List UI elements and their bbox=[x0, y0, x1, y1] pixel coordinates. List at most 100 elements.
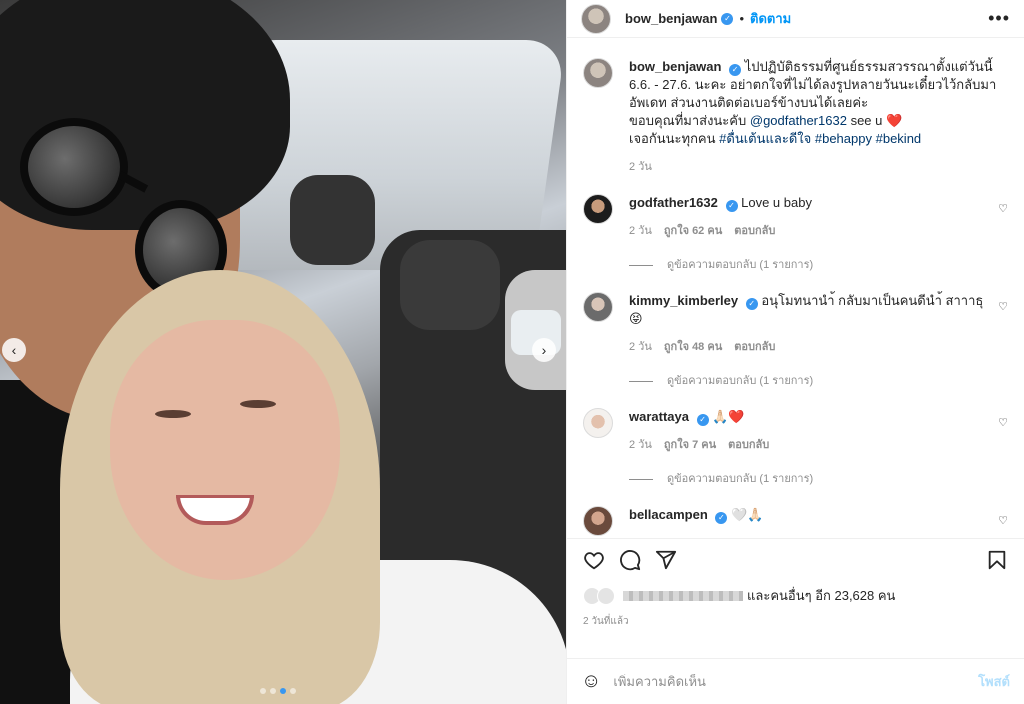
comment-likes[interactable]: ถูกใจ 62 คน bbox=[664, 222, 722, 240]
hashtag-link[interactable]: #bekind bbox=[876, 131, 922, 146]
view-replies-button[interactable]: ดูข้อความตอบกลับ (1 รายการ) bbox=[629, 256, 1008, 274]
view-replies-label: ดูข้อความตอบกลับ (1 รายการ) bbox=[667, 375, 814, 387]
comment-input[interactable] bbox=[613, 674, 979, 689]
comment-body: bellacampen ✓ 🤍🙏🏻 bbox=[629, 506, 1008, 536]
avatar[interactable] bbox=[583, 58, 613, 88]
caption-username[interactable]: bow_benjawan bbox=[629, 59, 721, 74]
liker-avatar bbox=[597, 586, 615, 605]
comment-text: Love u baby bbox=[741, 195, 812, 210]
comment-time: 2 วัน bbox=[629, 225, 652, 237]
avatar[interactable] bbox=[581, 3, 611, 34]
comment-meta: 2 วัน ถูกใจ 62 คน ตอบกลับ bbox=[629, 222, 1008, 240]
comment-text: 🤍🙏🏻 bbox=[731, 507, 764, 522]
mention-link[interactable]: @godfather1632 bbox=[750, 113, 847, 128]
comment-text: อนุโมทนานำ้ กลับมาเป็นคนดีนำ้ สาาาธุ bbox=[761, 293, 984, 308]
add-comment-bar: ☺ โพสต์ bbox=[567, 658, 1024, 704]
likes-summary[interactable]: และคนอื่นๆ อีก 23,628 คน bbox=[583, 585, 1008, 606]
comment-item: bellacampen ✓ 🤍🙏🏻 ♡ bbox=[583, 506, 1008, 536]
woman-eye bbox=[240, 400, 276, 408]
verified-badge-icon: ✓ bbox=[729, 64, 742, 76]
background-person bbox=[505, 270, 566, 390]
likes-count-text: และคนอื่นๆ อีก 23,628 คน bbox=[747, 588, 896, 603]
comment-text: 🙏🏻❤️ bbox=[712, 409, 745, 424]
hashtag-link[interactable]: #ดื่นเต้นและดีใจ bbox=[719, 131, 811, 146]
like-heart-icon[interactable] bbox=[583, 549, 605, 571]
avatar[interactable] bbox=[583, 292, 613, 322]
woman-eye bbox=[155, 410, 191, 418]
verified-badge-icon: ✓ bbox=[725, 200, 738, 212]
reply-button[interactable]: ตอบกลับ bbox=[734, 338, 775, 356]
previous-slide-button[interactable]: ‹ bbox=[2, 338, 26, 362]
view-replies-label: ดูข้อความตอบกลับ (1 รายการ) bbox=[667, 259, 814, 271]
emoji-picker-icon[interactable]: ☺ bbox=[581, 670, 601, 693]
blurred-username bbox=[623, 590, 743, 601]
car-headrest bbox=[400, 240, 500, 330]
replies-line bbox=[629, 380, 653, 382]
liker-avatars bbox=[583, 586, 615, 605]
red-heart-emoji: ❤️ bbox=[886, 113, 903, 128]
comment-body: godfather1632 ✓ Love u baby 2 วัน ถูกใจ … bbox=[629, 194, 1008, 274]
more-options-icon[interactable]: ••• bbox=[988, 8, 1010, 29]
post-comment-button[interactable]: โพสต์ bbox=[978, 671, 1010, 692]
replies-line bbox=[629, 478, 653, 480]
comment-bubble-icon[interactable] bbox=[619, 549, 641, 571]
car-headrest bbox=[290, 175, 375, 265]
reply-button[interactable]: ตอบกลับ bbox=[734, 222, 775, 240]
post-timestamp: 2 วันที่แล้ว bbox=[583, 616, 629, 627]
caption-closing: เจอกันนะทุกคน bbox=[629, 131, 716, 146]
post-photo[interactable]: ‹ › bbox=[0, 0, 566, 704]
separator-dot: • bbox=[739, 11, 745, 26]
comment-time: 2 วัน bbox=[629, 341, 652, 353]
post-details-panel: bow_benjawan ✓ • ติดตาม ••• bow_benjawan… bbox=[566, 0, 1024, 704]
share-send-icon[interactable] bbox=[655, 549, 677, 571]
comment-meta: 2 วัน ถูกใจ 7 คน ตอบกลับ bbox=[629, 436, 1008, 454]
comment-likes[interactable]: ถูกใจ 7 คน bbox=[664, 436, 716, 454]
comment-likes[interactable]: ถูกใจ 48 คน bbox=[664, 338, 722, 356]
comment-username[interactable]: godfather1632 bbox=[629, 195, 718, 210]
slide-dot bbox=[260, 688, 266, 694]
comment-time: 2 วัน bbox=[629, 439, 652, 451]
verified-badge-icon: ✓ bbox=[696, 414, 709, 426]
follow-button[interactable]: ติดตาม bbox=[750, 8, 791, 29]
view-replies-button[interactable]: ดูข้อความตอบกลับ (1 รายการ) bbox=[629, 372, 1008, 390]
action-icons bbox=[583, 549, 1008, 571]
comment-item: warattaya ✓ 🙏🏻❤️ 2 วัน ถูกใจ 7 คน ตอบกลั… bbox=[583, 408, 1008, 488]
comment-item: kimmy_kimberley ✓ อนุโมทนานำ้ กลับมาเป็น… bbox=[583, 292, 1008, 390]
caption-thanks: ขอบคุณที่มาส่งนะคับ bbox=[629, 113, 747, 128]
bookmark-save-icon[interactable] bbox=[986, 549, 1008, 571]
like-comment-heart-icon[interactable]: ♡ bbox=[998, 202, 1008, 215]
view-replies-label: ดูข้อความตอบกลับ (1 รายการ) bbox=[667, 473, 814, 485]
slide-dot bbox=[270, 688, 276, 694]
chevron-left-icon: ‹ bbox=[11, 342, 17, 358]
caption-body: bow_benjawan ✓ ไปปฏิบัติธรรมที่ศูนย์ธรรม… bbox=[629, 58, 1008, 176]
reply-button[interactable]: ตอบกลับ bbox=[728, 436, 769, 454]
slide-indicator bbox=[260, 688, 296, 694]
header-username[interactable]: bow_benjawan bbox=[625, 11, 717, 26]
avatar[interactable] bbox=[583, 506, 613, 536]
comment-emoji: 😝 bbox=[629, 311, 643, 326]
view-replies-button[interactable]: ดูข้อความตอบกลับ (1 รายการ) bbox=[629, 470, 1008, 488]
comment-meta: 2 วัน ถูกใจ 48 คน ตอบกลับ bbox=[629, 338, 1008, 356]
comment-username[interactable]: warattaya bbox=[629, 409, 689, 424]
like-comment-heart-icon[interactable]: ♡ bbox=[998, 300, 1008, 313]
verified-badge-icon: ✓ bbox=[715, 512, 728, 524]
verified-badge-icon: ✓ bbox=[745, 298, 758, 310]
comments-section[interactable]: bow_benjawan ✓ ไปปฏิบัติธรรมที่ศูนย์ธรรม… bbox=[567, 38, 1024, 538]
hashtag-link[interactable]: #behappy bbox=[815, 131, 872, 146]
slide-dot bbox=[290, 688, 296, 694]
next-slide-button[interactable]: › bbox=[532, 338, 556, 362]
like-comment-heart-icon[interactable]: ♡ bbox=[998, 514, 1008, 527]
comment-body: warattaya ✓ 🙏🏻❤️ 2 วัน ถูกใจ 7 คน ตอบกลั… bbox=[629, 408, 1008, 488]
caption: bow_benjawan ✓ ไปปฏิบัติธรรมที่ศูนย์ธรรม… bbox=[583, 58, 1008, 176]
caption-see-u: see u bbox=[850, 113, 883, 128]
post-header: bow_benjawan ✓ • ติดตาม ••• bbox=[567, 0, 1024, 38]
avatar[interactable] bbox=[583, 194, 613, 224]
comment-username[interactable]: kimmy_kimberley bbox=[629, 293, 738, 308]
verified-badge-icon: ✓ bbox=[721, 12, 734, 25]
like-comment-heart-icon[interactable]: ♡ bbox=[998, 416, 1008, 429]
avatar[interactable] bbox=[583, 408, 613, 438]
comment-item: godfather1632 ✓ Love u baby 2 วัน ถูกใจ … bbox=[583, 194, 1008, 274]
sunglasses-lens bbox=[20, 118, 128, 216]
comment-username[interactable]: bellacampen bbox=[629, 507, 708, 522]
post-viewer: ‹ › bow_benjawan ✓ • ติดตาม ••• bow_benj… bbox=[0, 0, 1024, 704]
